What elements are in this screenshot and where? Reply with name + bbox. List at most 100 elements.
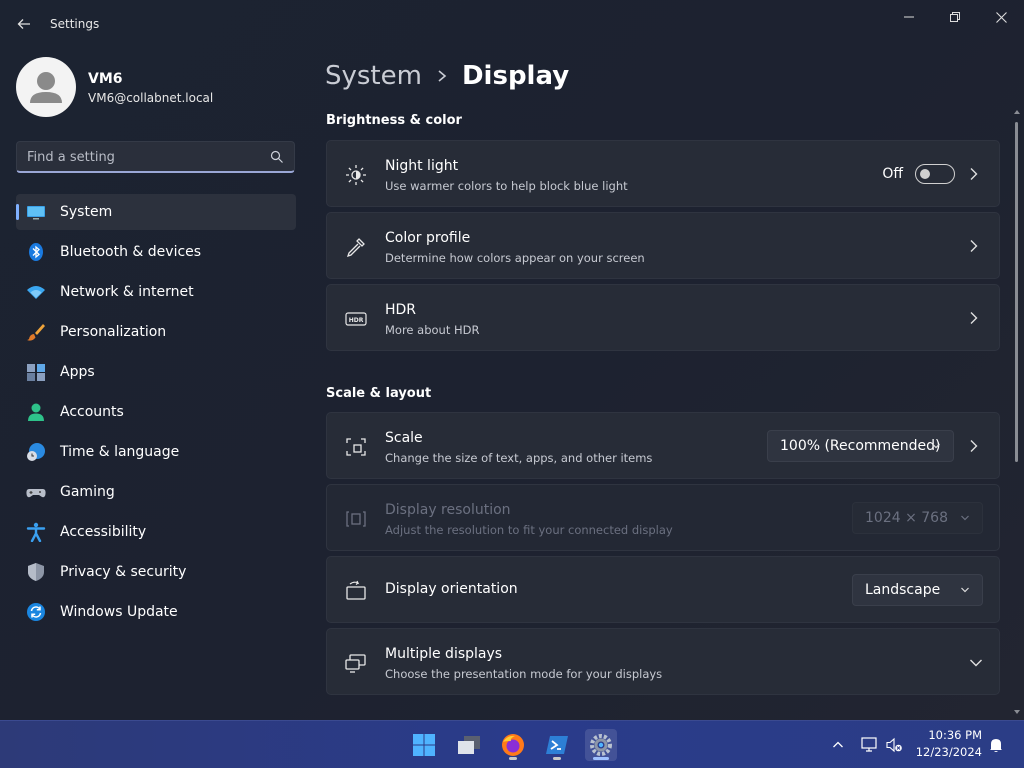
breadcrumb-chevron-icon — [438, 70, 447, 82]
search-input[interactable] — [27, 148, 257, 166]
dropdown-value: 100% (Recommended) — [780, 438, 941, 454]
chevron-down-icon — [932, 443, 940, 449]
sidebar-item-bluetooth[interactable]: Bluetooth & devices — [16, 234, 296, 270]
card-subtitle: More about HDR — [385, 323, 480, 337]
scale-dropdown[interactable]: 100% (Recommended) — [767, 430, 954, 462]
close-icon — [995, 11, 1007, 23]
sidebar-item-label: Windows Update — [60, 604, 178, 620]
scale-card[interactable]: Scale Change the size of text, apps, and… — [326, 412, 1000, 479]
sidebar-item-gaming[interactable]: Gaming — [16, 474, 296, 510]
card-subtitle: Adjust the resolution to fit your connec… — [385, 523, 673, 537]
night-light-toggle[interactable] — [915, 164, 955, 184]
sidebar-item-system[interactable]: System — [16, 194, 296, 230]
show-hidden-icons-button[interactable] — [828, 735, 848, 755]
page-title: Display — [461, 61, 570, 91]
back-arrow-icon — [17, 19, 30, 29]
search-box[interactable] — [16, 141, 295, 173]
hdr-icon: HDR — [345, 312, 367, 326]
back-button[interactable] — [12, 12, 36, 36]
card-subtitle: Determine how colors appear on your scre… — [385, 251, 645, 265]
breadcrumb-parent[interactable]: System — [325, 61, 422, 91]
display-orientation-card[interactable]: Display orientation Landscape — [326, 556, 1000, 623]
card-title: Scale — [385, 430, 423, 446]
powershell-button[interactable] — [541, 729, 573, 761]
windows-logo-icon — [413, 734, 435, 756]
card-title: Multiple displays — [385, 646, 503, 662]
app-title: Settings — [50, 17, 100, 31]
speaker-muted-icon — [886, 737, 902, 753]
network-tray-button[interactable] — [860, 735, 880, 755]
chevron-down-icon[interactable] — [969, 656, 983, 670]
scroll-thumb[interactable] — [1015, 122, 1018, 462]
sidebar-item-apps[interactable]: Apps — [16, 354, 296, 390]
dropdown-value: 1024 × 768 — [865, 510, 948, 526]
chevron-right-icon — [970, 312, 978, 324]
orientation-dropdown[interactable]: Landscape — [852, 574, 983, 606]
apps-icon — [27, 364, 45, 381]
sidebar-item-accessibility[interactable]: Accessibility — [16, 514, 296, 550]
sidebar-item-label: Bluetooth & devices — [60, 244, 202, 260]
running-indicator — [553, 757, 561, 760]
notifications-button[interactable] — [986, 735, 1006, 755]
sidebar-item-label: Time & language — [60, 444, 180, 460]
scale-icon — [346, 438, 366, 456]
night-light-card[interactable]: Night light Use warmer colors to help bl… — [326, 140, 1000, 207]
task-view-button[interactable] — [453, 729, 485, 761]
card-title: Color profile — [385, 230, 471, 246]
sidebar-item-label: Accessibility — [60, 524, 147, 540]
main-scrollbar[interactable] — [1013, 108, 1021, 718]
avatar[interactable] — [16, 57, 76, 117]
bluetooth-icon — [29, 243, 43, 261]
scroll-up-arrow-icon[interactable] — [1013, 108, 1021, 116]
sidebar-item-label: Apps — [60, 364, 95, 380]
minimize-button[interactable] — [886, 4, 932, 30]
resolution-dropdown: 1024 × 768 — [852, 502, 983, 534]
firefox-button[interactable] — [497, 729, 529, 761]
clock-time[interactable]: 10:36 PM — [920, 728, 982, 742]
network-display-icon — [861, 737, 877, 752]
sidebar-item-label: Network & internet — [60, 284, 194, 300]
chevron-up-icon — [833, 741, 843, 748]
night-light-toggle-label: Off — [882, 166, 903, 182]
multiple-displays-icon — [345, 654, 366, 673]
sidebar-item-windows-update[interactable]: Windows Update — [16, 594, 296, 630]
section-title-scale-layout: Scale & layout — [326, 386, 432, 401]
sidebar-item-accounts[interactable]: Accounts — [16, 394, 296, 430]
night-light-icon — [346, 165, 366, 185]
sidebar-item-time-language[interactable]: Time & language — [16, 434, 296, 470]
globe-clock-icon — [27, 443, 45, 461]
sidebar-item-privacy[interactable]: Privacy & security — [16, 554, 296, 590]
sidebar-item-personalization[interactable]: Personalization — [16, 314, 296, 350]
resolution-icon — [346, 511, 366, 527]
card-title: Night light — [385, 158, 459, 174]
chevron-right-icon — [970, 168, 978, 180]
gear-icon — [590, 734, 612, 756]
close-button[interactable] — [978, 4, 1024, 30]
sidebar-item-network[interactable]: Network & internet — [16, 274, 296, 310]
sidebar-item-label: Personalization — [60, 324, 167, 340]
sidebar-item-label: Privacy & security — [60, 564, 187, 580]
color-profile-card[interactable]: Color profile Determine how colors appea… — [326, 212, 1000, 279]
settings-taskbar-button[interactable] — [585, 729, 617, 761]
update-icon — [27, 603, 45, 621]
sidebar-item-label: Gaming — [60, 484, 115, 500]
sidebar-nav: System Bluetooth & devices Network & int… — [16, 194, 296, 634]
search-icon[interactable] — [270, 150, 284, 164]
multiple-displays-card[interactable]: Multiple displays Choose the presentatio… — [326, 628, 1000, 695]
breadcrumb: System Display — [325, 58, 569, 94]
firefox-icon — [502, 734, 524, 756]
clock-date[interactable]: 12/23/2024 — [910, 745, 982, 759]
scroll-down-arrow-icon[interactable] — [1013, 708, 1021, 716]
card-title: HDR — [385, 302, 417, 318]
restore-icon — [950, 12, 960, 22]
taskbar — [0, 720, 1024, 768]
start-button[interactable] — [408, 729, 440, 761]
display-resolution-card: Display resolution Adjust the resolution… — [326, 484, 1000, 551]
card-subtitle: Choose the presentation mode for your di… — [385, 667, 663, 681]
hdr-card[interactable]: HDR HDR More about HDR — [326, 284, 1000, 351]
settings-window: Settings VM6 VM6@collabnet.local System … — [0, 0, 1024, 720]
restore-button[interactable] — [932, 4, 978, 30]
title-bar: Settings — [0, 0, 1024, 48]
volume-tray-button[interactable] — [884, 735, 904, 755]
brush-icon — [27, 324, 45, 341]
